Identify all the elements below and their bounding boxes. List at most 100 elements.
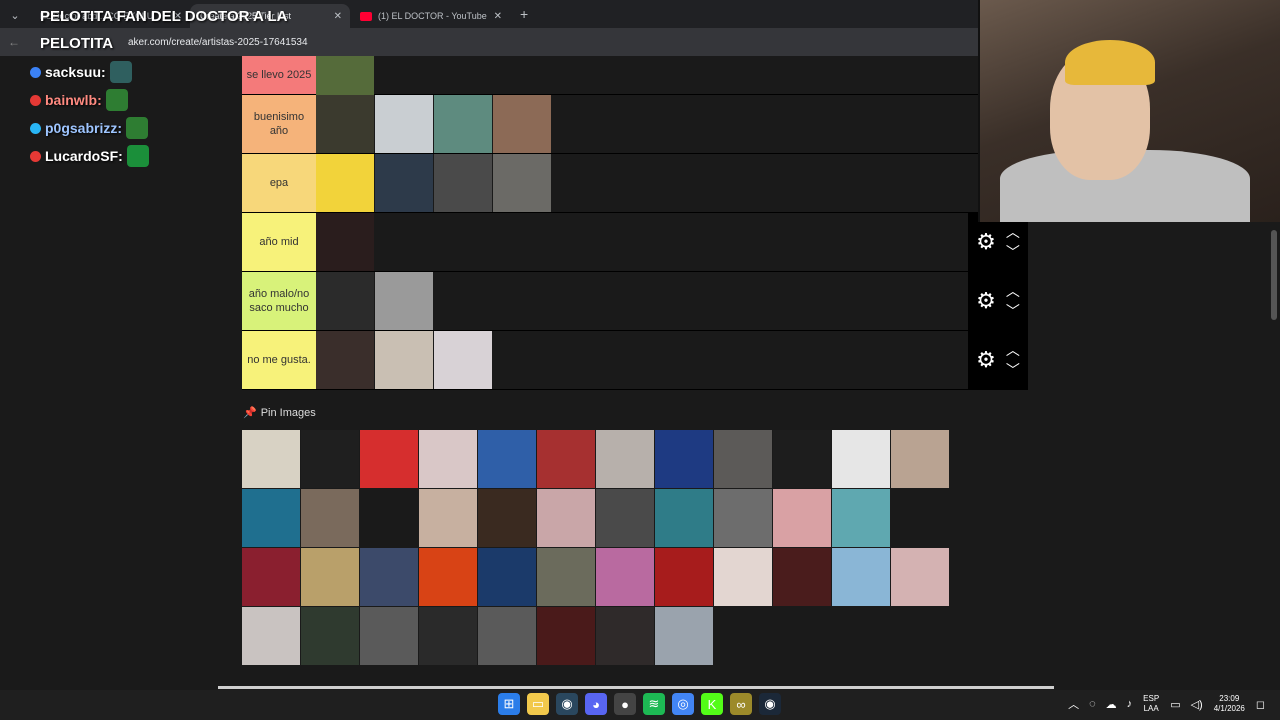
move-up-icon[interactable]: ︿ [1006, 340, 1020, 360]
artist-thumbnail[interactable] [316, 154, 374, 212]
artist-thumbnail[interactable] [360, 607, 418, 665]
artist-thumbnail[interactable] [537, 430, 595, 488]
artist-thumbnail[interactable] [434, 331, 492, 389]
artist-thumbnail[interactable] [478, 548, 536, 606]
language-indicator[interactable]: ESP LAA [1143, 694, 1159, 714]
artist-thumbnail[interactable] [891, 430, 949, 488]
gear-icon[interactable]: ⚙ [976, 288, 996, 314]
move-up-icon[interactable]: ︿ [1006, 222, 1020, 242]
artist-thumbnail[interactable] [419, 489, 477, 547]
artist-thumbnail[interactable] [478, 607, 536, 665]
artist-thumbnail[interactable] [316, 95, 374, 153]
display-icon[interactable]: ▭ [1170, 698, 1180, 711]
artist-thumbnail[interactable] [773, 489, 831, 547]
artist-thumbnail[interactable] [316, 56, 374, 95]
discord-icon[interactable]: ◕ [585, 693, 607, 715]
url-field[interactable]: aker.com/create/artistas-2025-17641534 [128, 37, 308, 48]
artist-thumbnail[interactable] [596, 489, 654, 547]
tier-label[interactable]: epa [242, 154, 316, 212]
artist-thumbnail[interactable] [316, 213, 374, 271]
tab-2[interactable]: (1) EL DOCTOR - YouTube ✕ [350, 4, 510, 28]
artist-thumbnail[interactable] [316, 272, 374, 330]
artist-thumbnail[interactable] [537, 607, 595, 665]
chrome-icon[interactable]: ◎ [672, 693, 694, 715]
artist-thumbnail[interactable] [714, 489, 772, 547]
artist-thumbnail[interactable] [891, 548, 949, 606]
artist-thumbnail[interactable] [773, 430, 831, 488]
pin-images-label[interactable]: 📌 Pin Images [243, 406, 316, 420]
tier-label[interactable]: buenisimo año [242, 95, 316, 153]
app-icon[interactable]: ∞ [730, 693, 752, 715]
tier-label[interactable]: se llevo 2025 [242, 56, 316, 94]
artist-thumbnail[interactable] [596, 607, 654, 665]
notification-icon[interactable]: ◻ [1256, 698, 1265, 711]
artist-thumbnail[interactable] [478, 489, 536, 547]
artist-thumbnail[interactable] [242, 607, 300, 665]
artist-thumbnail[interactable] [714, 430, 772, 488]
tier-label[interactable]: año mid [242, 213, 316, 271]
artist-thumbnail[interactable] [714, 548, 772, 606]
artist-thumbnail[interactable] [301, 548, 359, 606]
artist-thumbnail[interactable] [360, 430, 418, 488]
artist-thumbnail[interactable] [375, 272, 433, 330]
vertical-scrollbar[interactable] [1271, 230, 1277, 320]
close-icon[interactable]: ✕ [494, 11, 502, 22]
artist-thumbnail[interactable] [419, 548, 477, 606]
tab-search-button[interactable]: ⌄ [4, 5, 26, 27]
artist-thumbnail[interactable] [301, 607, 359, 665]
file-explorer-icon[interactable]: ▭ [527, 693, 549, 715]
artist-thumbnail[interactable] [360, 489, 418, 547]
artist-thumbnail[interactable] [493, 95, 551, 153]
volume-icon[interactable]: ◁) [1191, 698, 1203, 711]
artist-thumbnail[interactable] [375, 331, 433, 389]
steam-icon[interactable]: ◉ [759, 693, 781, 715]
artist-thumbnail[interactable] [493, 154, 551, 212]
new-tab-button[interactable]: + [520, 6, 528, 22]
artist-thumbnail[interactable] [773, 548, 831, 606]
mic-icon[interactable]: ♪ [1127, 698, 1133, 710]
artist-thumbnail[interactable] [301, 489, 359, 547]
artist-thumbnail[interactable] [434, 154, 492, 212]
artist-thumbnail[interactable] [301, 430, 359, 488]
artist-thumbnail[interactable] [434, 95, 492, 153]
artist-thumbnail[interactable] [537, 548, 595, 606]
artist-thumbnail[interactable] [419, 430, 477, 488]
horizontal-scrollbar[interactable] [218, 686, 1054, 689]
network-icon[interactable]: ◌ [1089, 698, 1096, 710]
cloud-icon[interactable]: ☁ [1106, 698, 1117, 711]
spotify-icon[interactable]: ≋ [643, 693, 665, 715]
artist-thumbnail[interactable] [655, 489, 713, 547]
steam-icon[interactable]: ◉ [556, 693, 578, 715]
move-down-icon[interactable]: ﹀ [1006, 301, 1020, 321]
artist-thumbnail[interactable] [242, 430, 300, 488]
gear-icon[interactable]: ⚙ [976, 347, 996, 373]
artist-thumbnail[interactable] [316, 331, 374, 389]
kick-icon[interactable]: K [701, 693, 723, 715]
move-up-icon[interactable]: ︿ [1006, 281, 1020, 301]
artist-thumbnail[interactable] [478, 430, 536, 488]
back-arrow-icon[interactable]: ← [8, 35, 28, 49]
chevron-up-icon[interactable]: ︿ [1068, 696, 1079, 712]
move-down-icon[interactable]: ﹀ [1006, 242, 1020, 262]
artist-thumbnail[interactable] [832, 430, 890, 488]
artist-thumbnail[interactable] [596, 548, 654, 606]
artist-thumbnail[interactable] [419, 607, 477, 665]
artist-thumbnail[interactable] [360, 548, 418, 606]
clock[interactable]: 23:09 4/1/2026 [1214, 694, 1245, 714]
move-down-icon[interactable]: ﹀ [1006, 360, 1020, 380]
obs-icon[interactable]: ● [614, 693, 636, 715]
artist-thumbnail[interactable] [832, 548, 890, 606]
windows-start-icon[interactable]: ⊞ [498, 693, 520, 715]
artist-thumbnail[interactable] [242, 489, 300, 547]
artist-thumbnail[interactable] [891, 489, 949, 547]
artist-thumbnail[interactable] [655, 548, 713, 606]
tier-label[interactable]: año malo/no saco mucho [242, 272, 316, 330]
artist-thumbnail[interactable] [242, 548, 300, 606]
artist-thumbnail[interactable] [375, 154, 433, 212]
artist-thumbnail[interactable] [537, 489, 595, 547]
artist-thumbnail[interactable] [596, 430, 654, 488]
tier-label[interactable]: no me gusta. [242, 331, 316, 389]
artist-thumbnail[interactable] [655, 607, 713, 665]
artist-thumbnail[interactable] [655, 430, 713, 488]
gear-icon[interactable]: ⚙ [976, 229, 996, 255]
